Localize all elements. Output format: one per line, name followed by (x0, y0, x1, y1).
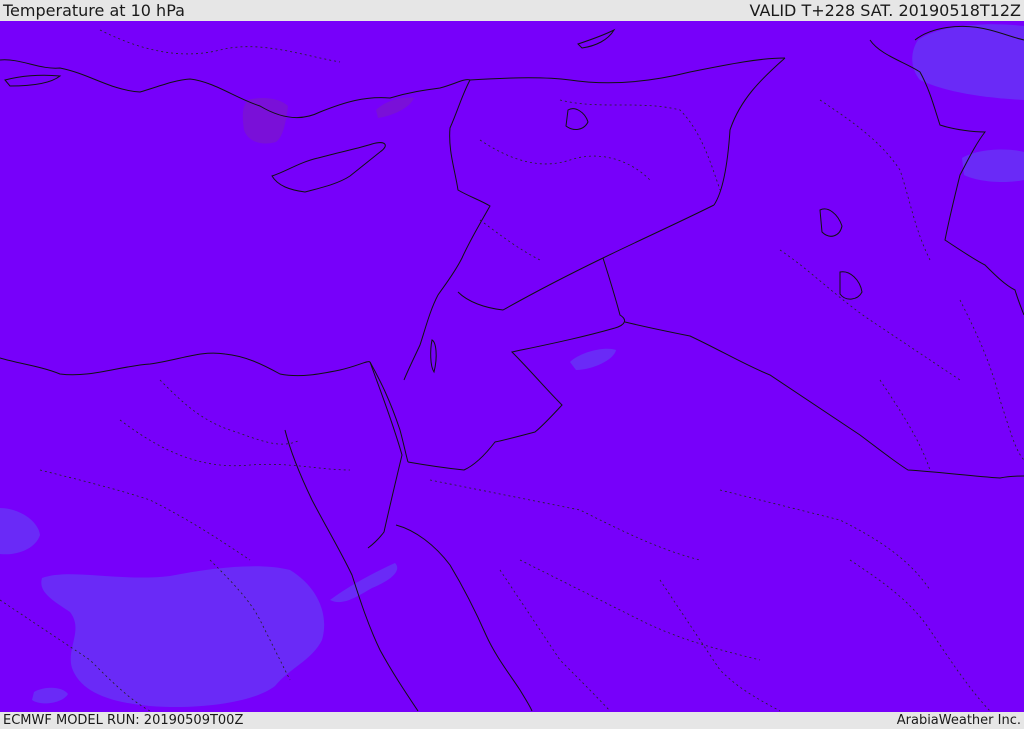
credit-label: ArabiaWeather Inc. (896, 713, 1021, 728)
coast-cyprus (271, 142, 386, 193)
coast-lake-van (819, 208, 843, 237)
coast-levant (403, 79, 491, 381)
cool-patch-west (0, 508, 40, 555)
temperature-map[interactable] (0, 21, 1024, 712)
border-jordan-saudi (407, 327, 616, 471)
province-line-10 (519, 559, 761, 661)
province-line-13 (659, 579, 781, 712)
province-line-16 (879, 379, 931, 471)
warm-patch-turkey (242, 98, 288, 144)
province-line-4 (479, 219, 541, 261)
province-line-12 (499, 569, 611, 712)
map-canvas (0, 24, 1024, 712)
border-syria-jordan (457, 204, 715, 311)
province-line-7 (39, 469, 251, 561)
coast-lake-iran (839, 271, 863, 300)
province-line-5 (159, 379, 301, 445)
coast-crete (4, 74, 62, 87)
coast-dead-sea (430, 339, 437, 374)
province-line-14 (819, 99, 931, 261)
province-line-9 (429, 479, 701, 561)
coast-red-sea-east (395, 524, 533, 712)
province-line-3 (479, 139, 651, 181)
map-title: Temperature at 10 hPa (3, 1, 185, 20)
border-syria-iraq (713, 57, 786, 206)
footer-bar: ECMWF MODEL RUN: 20190509T00Z ArabiaWeat… (0, 712, 1024, 729)
province-line-6 (119, 419, 351, 471)
cool-patch-sudan (41, 566, 325, 708)
border-turkey-syria (469, 57, 786, 84)
cool-patch-sudan-east (330, 563, 398, 603)
coast-lake-urmia (565, 108, 589, 130)
header-bar: Temperature at 10 hPa VALID T+228 SAT. 2… (0, 0, 1024, 21)
province-line-1 (99, 29, 341, 63)
cool-patch-jordan (570, 348, 616, 370)
border-iraq-jordan (602, 257, 626, 329)
cooler-patches (0, 24, 1024, 708)
country-borders (369, 39, 1024, 479)
province-line-15 (779, 249, 961, 381)
coast-gulf-suez (367, 361, 403, 549)
border-iraq-saudi (624, 321, 1024, 479)
coast-egypt-north (0, 352, 371, 377)
coast-black-sea-edge (577, 28, 616, 49)
warm-patch-turkey-east (376, 97, 414, 118)
cool-patch-southwest (32, 687, 68, 704)
model-run: ECMWF MODEL RUN: 20190509T00Z (3, 713, 244, 728)
province-line-17 (959, 299, 1024, 461)
province-line-11 (719, 489, 931, 591)
province-line-2 (559, 99, 721, 191)
warmer-patches (242, 97, 414, 144)
province-line-18 (849, 559, 991, 712)
valid-time: VALID T+228 SAT. 20190518T12Z (749, 1, 1021, 20)
